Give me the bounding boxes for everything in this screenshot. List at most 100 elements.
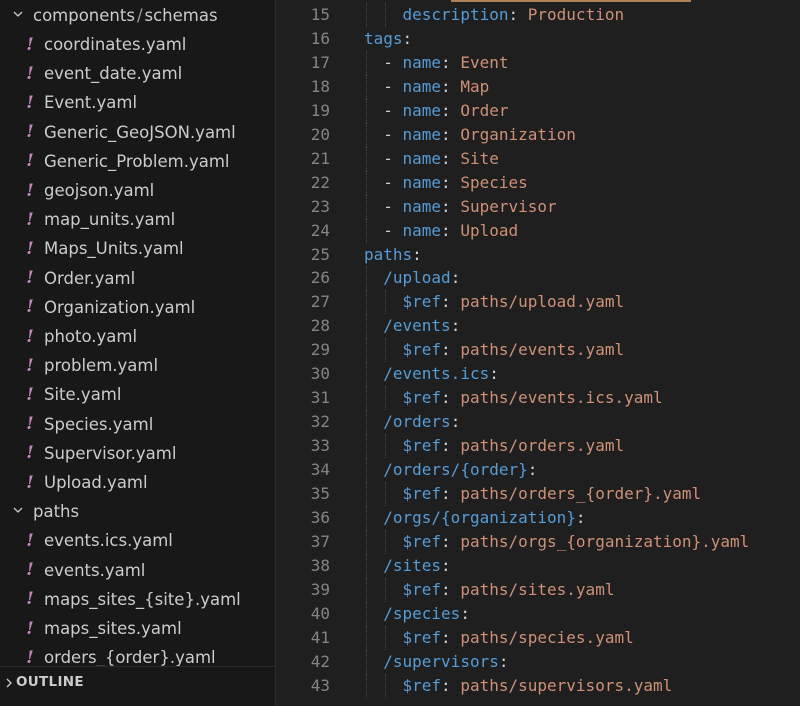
yaml-key: $ref: [402, 627, 442, 647]
yaml-value: paths/species.yaml: [460, 627, 634, 647]
line-number: 30: [310, 364, 330, 384]
code-text: $ref: paths/orders_{order}.yaml: [402, 484, 702, 503]
file-item[interactable]: ! Generic_Problem.yaml: [0, 147, 275, 176]
yaml-key: /orders/{order}: [383, 460, 528, 480]
code-line: 37 $ref: paths/orgs_{organization}.yaml: [276, 529, 800, 554]
line-number: 41: [310, 627, 330, 647]
code-text: $ref: paths/orgs_{organization}.yaml: [402, 531, 750, 551]
line-number: 18: [310, 76, 330, 96]
code-text: - name: Site: [383, 148, 499, 168]
yaml-value: Supervisor: [460, 196, 557, 216]
yaml-file-icon: !: [26, 589, 34, 610]
yaml-key: /orders: [383, 412, 451, 432]
code-line: 29 $ref: paths/events.yaml: [276, 338, 800, 363]
line-number: 15: [310, 5, 330, 24]
indent-guide: [366, 122, 367, 147]
yaml-key: name: [402, 148, 442, 168]
file-label: Site.yaml: [44, 385, 122, 405]
file-item[interactable]: ! Event.yaml: [0, 88, 275, 117]
indent-guide: [366, 314, 367, 339]
code-text: /events.ics:: [383, 364, 499, 384]
file-item[interactable]: ! events.yaml: [0, 556, 275, 585]
file-item[interactable]: ! map_units.yaml: [0, 205, 275, 234]
yaml-key: description: [402, 5, 509, 24]
folder-components-schemas[interactable]: components / schemas: [0, 1, 275, 30]
file-item[interactable]: ! events.ics.yaml: [0, 526, 275, 555]
line-number: 42: [310, 651, 330, 671]
line-number: 37: [310, 531, 330, 551]
yaml-key: paths: [364, 244, 413, 264]
line-number: 20: [310, 124, 330, 144]
indent-guide: [366, 362, 367, 387]
code-line: 33 $ref: paths/orders.yaml: [276, 434, 800, 459]
file-label: geojson.yaml: [44, 181, 155, 200]
indent-guide: [385, 434, 387, 459]
file-item[interactable]: ! Order.yaml: [0, 264, 275, 293]
code-editor[interactable]: 15 description: Production 16 tags: 17 - name…: [276, 0, 800, 706]
code-line: 23 - name: Supervisor: [276, 194, 800, 219]
yaml-value: Species: [460, 172, 528, 192]
code-text: /upload:: [383, 268, 461, 288]
file-item[interactable]: ! photo.yaml: [0, 322, 275, 351]
code-text: /species:: [383, 603, 470, 623]
code-line: 32/orders:: [276, 410, 800, 435]
code-line: 20 - name: Organization: [276, 122, 800, 147]
line-number: 31: [310, 388, 330, 408]
code-text: - name: Upload: [383, 220, 519, 240]
line-number: 28: [310, 316, 330, 336]
line-number: 25: [310, 244, 330, 264]
yaml-key: /supervisors: [383, 651, 499, 671]
line-number: 23: [310, 196, 330, 216]
line-number: 19: [310, 100, 330, 120]
code-line: 26/upload:: [276, 266, 800, 291]
code-text: $ref: paths/supervisors.yaml: [402, 675, 673, 695]
file-item[interactable]: ! Site.yaml: [0, 380, 275, 409]
yaml-key: /sites: [383, 555, 442, 575]
yaml-value: Production: [527, 5, 625, 24]
file-item[interactable]: ! Organization.yaml: [0, 293, 275, 322]
yaml-key: name: [402, 220, 442, 240]
file-item[interactable]: ! Generic_GeoJSON.yaml: [0, 118, 275, 147]
file-item[interactable]: ! problem.yaml: [0, 351, 275, 380]
file-item[interactable]: ! Species.yaml: [0, 410, 275, 439]
file-item[interactable]: ! Supervisor.yaml: [0, 439, 275, 468]
yaml-value: paths/supervisors.yaml: [460, 675, 673, 695]
line-number: 43: [310, 675, 330, 695]
yaml-value: Organization: [460, 124, 576, 144]
file-item[interactable]: ! coordinates.yaml: [0, 30, 275, 59]
line-number: 34: [310, 460, 330, 480]
yaml-key: $ref: [402, 484, 442, 503]
yaml-file-icon: !: [26, 618, 34, 639]
indent-guide: [385, 386, 387, 411]
code-line: 38/sites:: [276, 553, 800, 578]
outline-label: OUTLINE: [16, 674, 84, 690]
code-line: 39 $ref: paths/sites.yaml: [276, 577, 800, 602]
file-item[interactable]: ! event_date.yaml: [0, 59, 275, 88]
file-label: Organization.yaml: [44, 297, 196, 317]
chevron-right-icon: [6, 678, 12, 688]
outline-section-header[interactable]: OUTLINE: [0, 666, 275, 706]
indent-guide: [366, 577, 367, 602]
line-number: 36: [310, 507, 330, 527]
code-text: $ref: paths/events.yaml: [402, 340, 625, 360]
indent-guide: [366, 529, 367, 554]
yaml-file-icon: !: [26, 151, 34, 172]
yaml-key: $ref: [402, 340, 442, 360]
indent-guide: [385, 338, 387, 363]
code-line: 25 paths:: [276, 243, 800, 267]
file-item[interactable]: ! maps_sites_{site}.yaml: [0, 585, 275, 614]
line-number: 29: [310, 340, 330, 360]
file-item[interactable]: ! Maps_Units.yaml: [0, 234, 275, 263]
yaml-file-icon: !: [26, 560, 34, 581]
file-item[interactable]: ! Upload.yaml: [0, 468, 275, 497]
line-number: 38: [310, 555, 330, 575]
yaml-key: $ref: [402, 675, 442, 695]
yaml-value: Site: [460, 148, 499, 168]
code-line: 19 - name: Order: [276, 98, 800, 123]
file-item[interactable]: ! maps_sites.yaml: [0, 614, 275, 643]
file-item[interactable]: ! geojson.yaml: [0, 176, 275, 205]
code-text: /orders:: [383, 412, 461, 432]
indent-guide: [366, 338, 367, 363]
folder-paths[interactable]: paths: [0, 497, 275, 526]
file-label: event_date.yaml: [44, 64, 183, 84]
